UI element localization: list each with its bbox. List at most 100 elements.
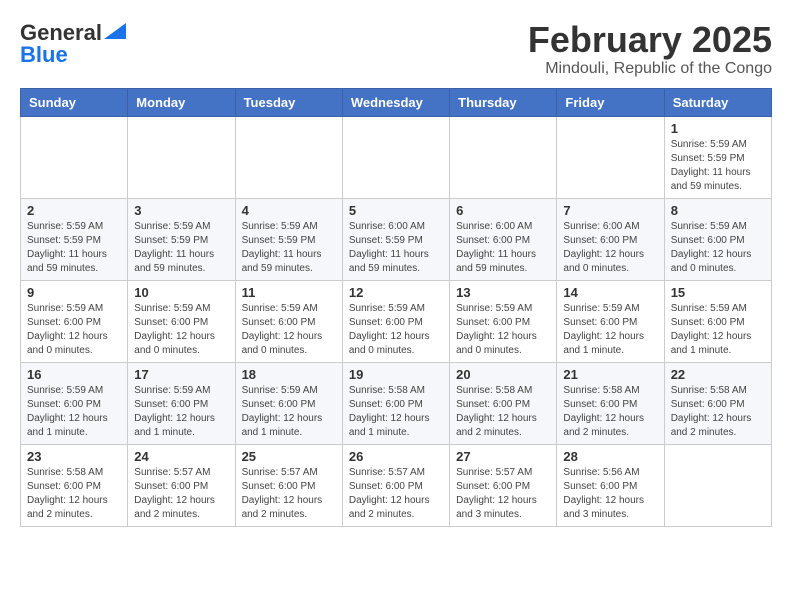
day-number: 14	[563, 285, 657, 300]
calendar-cell: 10 Sunrise: 5:59 AM Sunset: 6:00 PM Dayli…	[128, 280, 235, 362]
month-title: February 2025	[528, 20, 772, 60]
day-number: 18	[242, 367, 336, 382]
calendar-week-3: 9Sunrise: 5:59 AM Sunset: 6:00 PM Daylig…	[21, 280, 772, 362]
calendar-cell: 3 Sunrise: 5:59 AM Sunset: 5:59 PM Daylig…	[128, 198, 235, 280]
day-info: Sunrise: 5:59 AM Sunset: 6:00 PM Dayligh…	[671, 220, 765, 276]
day-number: 16	[27, 367, 121, 382]
calendar-week-2: 2 Sunrise: 5:59 AM Sunset: 5:59 PM Daylig…	[21, 198, 772, 280]
day-info: Sunrise: 5:59 AM Sunset: 6:00 PM Dayligh…	[27, 302, 121, 358]
calendar-cell: 26 Sunrise: 5:57 AM Sunset: 6:00 PM Dayli…	[342, 444, 449, 526]
calendar-cell: 20Sunrise: 5:58 AM Sunset: 6:00 PM Dayli…	[450, 362, 557, 444]
day-number: 6	[456, 203, 550, 218]
day-info: Sunrise: 5:56 AM Sunset: 6:00 PM Dayligh…	[563, 466, 657, 522]
day-number: 8	[671, 203, 765, 218]
weekday-header-thursday: Thursday	[450, 88, 557, 116]
logo: General Blue	[20, 20, 126, 68]
logo-icon	[104, 23, 126, 39]
day-info: Sunrise: 5:59 AM Sunset: 5:59 PM Dayligh…	[134, 220, 228, 276]
calendar-cell: 28 Sunrise: 5:56 AM Sunset: 6:00 PM Dayli…	[557, 444, 664, 526]
day-info: Sunrise: 5:59 AM Sunset: 5:59 PM Dayligh…	[242, 220, 336, 276]
calendar-cell: 14 Sunrise: 5:59 AM Sunset: 6:00 PM Dayli…	[557, 280, 664, 362]
calendar-cell	[664, 444, 771, 526]
calendar-cell: 9Sunrise: 5:59 AM Sunset: 6:00 PM Daylig…	[21, 280, 128, 362]
calendar-cell: 19 Sunrise: 5:58 AM Sunset: 6:00 PM Dayli…	[342, 362, 449, 444]
calendar-cell: 8 Sunrise: 5:59 AM Sunset: 6:00 PM Daylig…	[664, 198, 771, 280]
calendar-cell: 22 Sunrise: 5:58 AM Sunset: 6:00 PM Dayli…	[664, 362, 771, 444]
calendar-cell: 21 Sunrise: 5:58 AM Sunset: 6:00 PM Dayli…	[557, 362, 664, 444]
day-info: Sunrise: 5:58 AM Sunset: 6:00 PM Dayligh…	[27, 466, 121, 522]
day-info: Sunrise: 5:59 AM Sunset: 5:59 PM Dayligh…	[671, 138, 765, 194]
day-info: Sunrise: 5:59 AM Sunset: 6:00 PM Dayligh…	[134, 302, 228, 358]
weekday-header-monday: Monday	[128, 88, 235, 116]
calendar-cell: 6 Sunrise: 6:00 AM Sunset: 6:00 PM Daylig…	[450, 198, 557, 280]
day-info: Sunrise: 5:57 AM Sunset: 6:00 PM Dayligh…	[456, 466, 550, 522]
day-info: Sunrise: 5:58 AM Sunset: 6:00 PM Dayligh…	[456, 384, 550, 440]
calendar-cell: 17 Sunrise: 5:59 AM Sunset: 6:00 PM Dayli…	[128, 362, 235, 444]
weekday-header-saturday: Saturday	[664, 88, 771, 116]
title-block: February 2025 Mindouli, Republic of the …	[528, 20, 772, 78]
calendar-cell: 12 Sunrise: 5:59 AM Sunset: 6:00 PM Dayli…	[342, 280, 449, 362]
day-info: Sunrise: 5:59 AM Sunset: 6:00 PM Dayligh…	[27, 384, 121, 440]
calendar-cell: 13Sunrise: 5:59 AM Sunset: 6:00 PM Dayli…	[450, 280, 557, 362]
day-number: 11	[242, 285, 336, 300]
day-info: Sunrise: 5:57 AM Sunset: 6:00 PM Dayligh…	[242, 466, 336, 522]
day-number: 3	[134, 203, 228, 218]
day-number: 12	[349, 285, 443, 300]
day-number: 5	[349, 203, 443, 218]
calendar-cell	[557, 116, 664, 198]
calendar-table: SundayMondayTuesdayWednesdayThursdayFrid…	[20, 88, 772, 527]
day-number: 22	[671, 367, 765, 382]
day-info: Sunrise: 5:57 AM Sunset: 6:00 PM Dayligh…	[134, 466, 228, 522]
calendar-cell: 16 Sunrise: 5:59 AM Sunset: 6:00 PM Dayli…	[21, 362, 128, 444]
page-header: General Blue February 2025 Mindouli, Rep…	[20, 20, 772, 78]
calendar-cell: 18 Sunrise: 5:59 AM Sunset: 6:00 PM Dayli…	[235, 362, 342, 444]
calendar-cell	[21, 116, 128, 198]
day-info: Sunrise: 5:59 AM Sunset: 6:00 PM Dayligh…	[242, 384, 336, 440]
calendar-cell	[342, 116, 449, 198]
day-info: Sunrise: 5:58 AM Sunset: 6:00 PM Dayligh…	[671, 384, 765, 440]
day-info: Sunrise: 5:57 AM Sunset: 6:00 PM Dayligh…	[349, 466, 443, 522]
calendar-cell	[128, 116, 235, 198]
day-number: 26	[349, 449, 443, 464]
day-number: 24	[134, 449, 228, 464]
day-number: 21	[563, 367, 657, 382]
day-info: Sunrise: 5:59 AM Sunset: 6:00 PM Dayligh…	[134, 384, 228, 440]
day-number: 15	[671, 285, 765, 300]
day-info: Sunrise: 5:58 AM Sunset: 6:00 PM Dayligh…	[563, 384, 657, 440]
calendar-cell: 7Sunrise: 6:00 AM Sunset: 6:00 PM Daylig…	[557, 198, 664, 280]
day-number: 4	[242, 203, 336, 218]
calendar-cell: 24 Sunrise: 5:57 AM Sunset: 6:00 PM Dayli…	[128, 444, 235, 526]
weekday-header-friday: Friday	[557, 88, 664, 116]
day-info: Sunrise: 6:00 AM Sunset: 6:00 PM Dayligh…	[563, 220, 657, 276]
calendar-cell	[450, 116, 557, 198]
calendar-cell: 2 Sunrise: 5:59 AM Sunset: 5:59 PM Daylig…	[21, 198, 128, 280]
calendar-cell: 27 Sunrise: 5:57 AM Sunset: 6:00 PM Dayli…	[450, 444, 557, 526]
calendar-cell: 1 Sunrise: 5:59 AM Sunset: 5:59 PM Daylig…	[664, 116, 771, 198]
day-info: Sunrise: 6:00 AM Sunset: 6:00 PM Dayligh…	[456, 220, 550, 276]
day-number: 19	[349, 367, 443, 382]
location-title: Mindouli, Republic of the Congo	[528, 60, 772, 78]
calendar-week-1: 1 Sunrise: 5:59 AM Sunset: 5:59 PM Daylig…	[21, 116, 772, 198]
day-number: 1	[671, 121, 765, 136]
day-number: 28	[563, 449, 657, 464]
day-info: Sunrise: 5:59 AM Sunset: 6:00 PM Dayligh…	[349, 302, 443, 358]
day-number: 17	[134, 367, 228, 382]
calendar-cell: 5 Sunrise: 6:00 AM Sunset: 5:59 PM Daylig…	[342, 198, 449, 280]
day-number: 2	[27, 203, 121, 218]
day-number: 27	[456, 449, 550, 464]
calendar-cell: 25 Sunrise: 5:57 AM Sunset: 6:00 PM Dayli…	[235, 444, 342, 526]
calendar-cell: 11Sunrise: 5:59 AM Sunset: 6:00 PM Dayli…	[235, 280, 342, 362]
day-number: 10	[134, 285, 228, 300]
calendar-week-4: 16 Sunrise: 5:59 AM Sunset: 6:00 PM Dayli…	[21, 362, 772, 444]
day-info: Sunrise: 5:59 AM Sunset: 6:00 PM Dayligh…	[671, 302, 765, 358]
calendar-cell	[235, 116, 342, 198]
day-info: Sunrise: 5:59 AM Sunset: 6:00 PM Dayligh…	[563, 302, 657, 358]
weekday-header-sunday: Sunday	[21, 88, 128, 116]
day-info: Sunrise: 5:58 AM Sunset: 6:00 PM Dayligh…	[349, 384, 443, 440]
weekday-header-tuesday: Tuesday	[235, 88, 342, 116]
day-info: Sunrise: 6:00 AM Sunset: 5:59 PM Dayligh…	[349, 220, 443, 276]
logo-blue: Blue	[20, 42, 68, 68]
day-number: 25	[242, 449, 336, 464]
calendar-cell: 23Sunrise: 5:58 AM Sunset: 6:00 PM Dayli…	[21, 444, 128, 526]
day-info: Sunrise: 5:59 AM Sunset: 5:59 PM Dayligh…	[27, 220, 121, 276]
